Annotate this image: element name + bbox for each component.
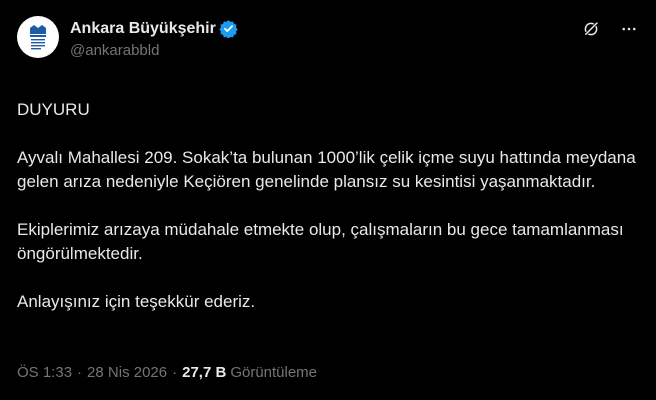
separator: · bbox=[77, 364, 83, 381]
tweet-paragraph: Anlayışınız için teşekkür ederiz. bbox=[17, 292, 256, 311]
verified-badge-icon[interactable] bbox=[219, 19, 238, 38]
tweet-date[interactable]: 28 Nis 2026 bbox=[87, 364, 167, 381]
tweet-paragraph-title: DUYURU bbox=[17, 100, 90, 119]
views-count: 27,7 B bbox=[182, 364, 227, 381]
author-handle[interactable]: @ankarabbld bbox=[70, 42, 238, 59]
tweet-card: Ankara Büyükşehir @ankarabbld DUYURU Ayv… bbox=[0, 0, 656, 400]
ankara-logo-icon bbox=[30, 25, 46, 50]
tweet-body: DUYURU Ayvalı Mahallesi 209. Sokak’ta bu… bbox=[17, 98, 656, 314]
grok-icon[interactable] bbox=[582, 20, 600, 38]
more-icon[interactable] bbox=[620, 20, 638, 38]
avatar[interactable] bbox=[17, 16, 59, 58]
tweet-actions bbox=[582, 20, 638, 38]
tweet-header: Ankara Büyükşehir @ankarabbld bbox=[17, 16, 656, 70]
tweet-meta: ÖS 1:33 · 28 Nis 2026 · 27,7 B Görüntüle… bbox=[17, 364, 317, 381]
separator: · bbox=[172, 364, 178, 381]
views-label: Görüntüleme bbox=[230, 364, 318, 381]
author-info: Ankara Büyükşehir @ankarabbld bbox=[70, 19, 238, 59]
name-row: Ankara Büyükşehir bbox=[70, 19, 238, 38]
tweet-paragraph: Ekiplerimiz arızaya müdahale etmekte olu… bbox=[17, 220, 624, 263]
tweet-time[interactable]: ÖS 1:33 bbox=[17, 364, 72, 381]
tweet-paragraph: Ayvalı Mahallesi 209. Sokak’ta bulunan 1… bbox=[17, 148, 636, 191]
author-display-name[interactable]: Ankara Büyükşehir bbox=[70, 20, 216, 38]
